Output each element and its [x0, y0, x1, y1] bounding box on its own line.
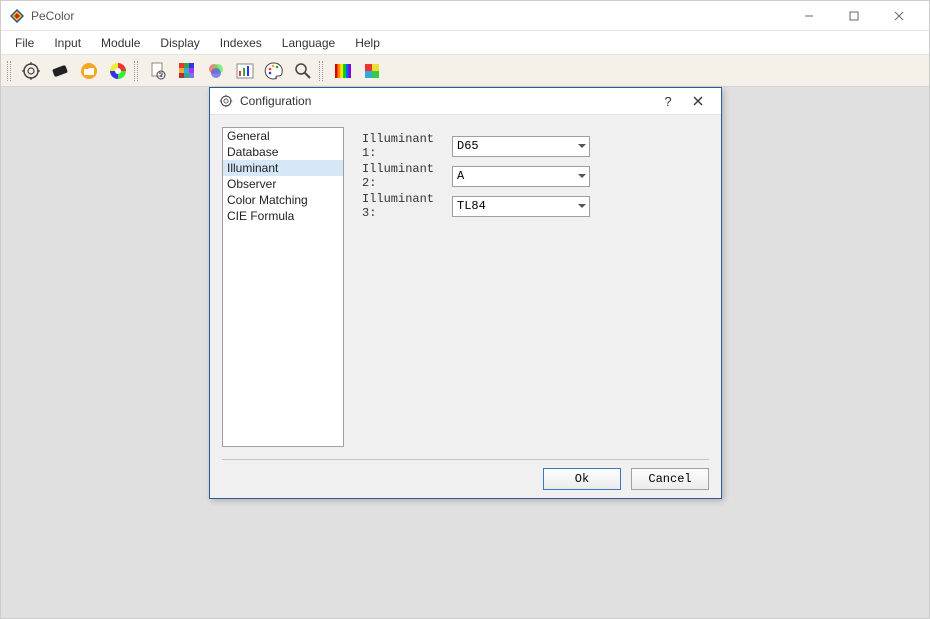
- content-area: Configuration ? General Database Illumin…: [1, 87, 929, 618]
- grid-icon[interactable]: [174, 58, 200, 84]
- close-button[interactable]: [876, 2, 921, 30]
- spectrum-icon[interactable]: [330, 58, 356, 84]
- category-general[interactable]: General: [223, 128, 343, 144]
- venn-icon[interactable]: [203, 58, 229, 84]
- chart-icon[interactable]: [232, 58, 258, 84]
- dialog-footer: Ok Cancel: [210, 460, 721, 498]
- cancel-button[interactable]: Cancel: [631, 468, 709, 490]
- form-area: Illuminant 1: D65 Illuminant 2: A: [362, 127, 709, 447]
- illuminant-3-select[interactable]: TL84: [452, 196, 590, 217]
- configuration-dialog: Configuration ? General Database Illumin…: [209, 87, 722, 499]
- category-illuminant[interactable]: Illuminant: [223, 160, 343, 176]
- illuminant-2-select[interactable]: A: [452, 166, 590, 187]
- illuminant-3-row: Illuminant 3: TL84: [362, 195, 709, 217]
- dialog-body: General Database Illuminant Observer Col…: [210, 115, 721, 459]
- toolbar-separator-2: [319, 61, 323, 81]
- category-database[interactable]: Database: [223, 144, 343, 160]
- main-window: PeColor File Input Module Display Indexe…: [0, 0, 930, 619]
- dialog-help-button[interactable]: ?: [653, 88, 683, 114]
- gear-star-icon[interactable]: [18, 58, 44, 84]
- titlebar: PeColor: [1, 1, 929, 31]
- palette-doc-icon[interactable]: [145, 58, 171, 84]
- category-cie-formula[interactable]: CIE Formula: [223, 208, 343, 224]
- dialog-titlebar: Configuration ?: [210, 88, 721, 115]
- minimize-button[interactable]: [786, 2, 831, 30]
- menu-language[interactable]: Language: [272, 34, 345, 52]
- chevron-down-icon: [578, 174, 586, 178]
- illuminant-3-label: Illuminant 3:: [362, 192, 452, 220]
- magnifier-icon[interactable]: [290, 58, 316, 84]
- illuminant-1-row: Illuminant 1: D65: [362, 135, 709, 157]
- menu-module[interactable]: Module: [91, 34, 150, 52]
- chevron-down-icon: [578, 204, 586, 208]
- menu-indexes[interactable]: Indexes: [210, 34, 272, 52]
- illuminant-2-row: Illuminant 2: A: [362, 165, 709, 187]
- illuminant-2-value: A: [457, 169, 464, 183]
- dialog-close-button[interactable]: [683, 88, 713, 114]
- maximize-button[interactable]: [831, 2, 876, 30]
- app-icon: [9, 8, 25, 24]
- menu-input[interactable]: Input: [44, 34, 91, 52]
- color-circle-icon[interactable]: [105, 58, 131, 84]
- illuminant-2-label: Illuminant 2:: [362, 162, 452, 190]
- menu-display[interactable]: Display: [150, 34, 209, 52]
- toolbar-separator: [134, 61, 138, 81]
- swatch-icon[interactable]: [47, 58, 73, 84]
- menu-file[interactable]: File: [5, 34, 44, 52]
- category-observer[interactable]: Observer: [223, 176, 343, 192]
- color-block-icon[interactable]: [359, 58, 385, 84]
- window-title: PeColor: [31, 9, 74, 23]
- palette-icon[interactable]: [261, 58, 287, 84]
- toolbar-grip: [7, 61, 11, 81]
- menubar: File Input Module Display Indexes Langua…: [1, 31, 929, 55]
- illuminant-1-select[interactable]: D65: [452, 136, 590, 157]
- chevron-down-icon: [578, 144, 586, 148]
- illuminant-1-label: Illuminant 1:: [362, 132, 452, 160]
- menu-help[interactable]: Help: [345, 34, 390, 52]
- illuminant-1-value: D65: [457, 139, 479, 153]
- folder-icon[interactable]: [76, 58, 102, 84]
- dialog-title: Configuration: [240, 94, 311, 108]
- category-list[interactable]: General Database Illuminant Observer Col…: [222, 127, 344, 447]
- toolbar: [1, 55, 929, 87]
- illuminant-3-value: TL84: [457, 199, 486, 213]
- ok-button[interactable]: Ok: [543, 468, 621, 490]
- category-color-matching[interactable]: Color Matching: [223, 192, 343, 208]
- dialog-gear-icon: [218, 93, 234, 109]
